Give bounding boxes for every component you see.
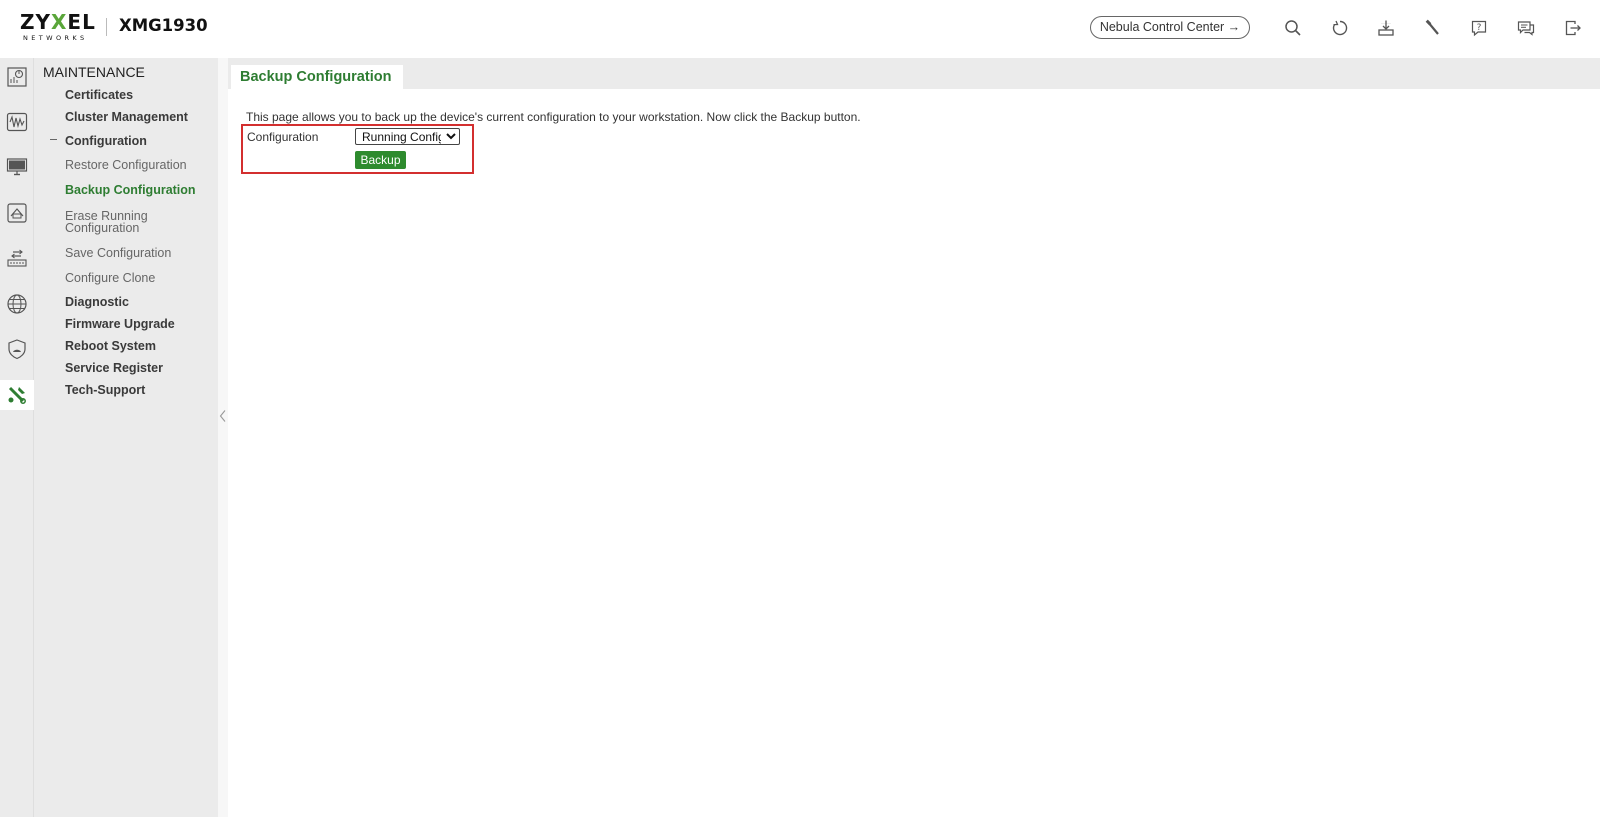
feedback-icon[interactable] xyxy=(1515,17,1537,39)
backup-button[interactable]: Backup xyxy=(355,151,406,169)
nebula-label: Nebula Control Center xyxy=(1099,20,1225,34)
zyxel-logo: ZYXEL NETWORKS xyxy=(20,12,95,42)
tab-bar: Backup Configuration xyxy=(228,58,1600,89)
menu-item-cluster-management[interactable]: Cluster Management xyxy=(65,111,188,124)
top-header: ZYXEL NETWORKS XMG1930 Nebula Control Ce… xyxy=(0,0,1600,58)
navigation-icon-bar xyxy=(0,58,34,817)
menu-item-firmware-upgrade[interactable]: Firmware Upgrade xyxy=(65,318,175,331)
logout-icon[interactable] xyxy=(1562,17,1584,39)
monitor-icon[interactable] xyxy=(0,107,34,137)
collapse-minus-icon[interactable] xyxy=(50,139,57,140)
network-icon[interactable] xyxy=(0,198,34,228)
configuration-select[interactable]: Running Config xyxy=(355,128,460,145)
maintenance-icon[interactable] xyxy=(0,380,34,410)
menu-item-tech-support[interactable]: Tech-Support xyxy=(65,384,145,397)
refresh-icon[interactable] xyxy=(1329,17,1351,39)
collapse-sidebar-chevron-left-icon[interactable] xyxy=(218,408,228,422)
display-icon[interactable] xyxy=(0,152,34,182)
logo-subtext: NETWORKS xyxy=(23,34,88,42)
maintenance-menu: MAINTENANCE Certificates Cluster Managem… xyxy=(34,58,218,817)
help-icon[interactable]: ? xyxy=(1468,17,1490,39)
nebula-control-center-button[interactable]: Nebula Control Center → xyxy=(1090,16,1250,39)
menu-item-backup-configuration[interactable]: Backup Configuration xyxy=(65,184,196,197)
menu-item-reboot-system[interactable]: Reboot System xyxy=(65,340,156,353)
svg-text:?: ? xyxy=(1477,23,1482,33)
menu-item-certificates[interactable]: Certificates xyxy=(65,89,133,102)
menu-item-restore-configuration[interactable]: Restore Configuration xyxy=(65,159,187,172)
menu-item-diagnostic[interactable]: Diagnostic xyxy=(65,296,129,309)
security-shield-icon[interactable] xyxy=(0,334,34,364)
arrow-right-icon: → xyxy=(1227,20,1241,34)
device-model: XMG1930 xyxy=(119,16,208,35)
menu-item-configuration[interactable]: Configuration xyxy=(65,135,147,148)
globe-icon[interactable] xyxy=(0,289,34,319)
logo-text: ZYXEL xyxy=(20,10,96,34)
page-description: This page allows you to back up the devi… xyxy=(246,110,861,124)
menu-item-configure-clone[interactable]: Configure Clone xyxy=(65,272,155,285)
port-icon[interactable] xyxy=(0,243,34,273)
menu-item-save-configuration[interactable]: Save Configuration xyxy=(65,247,171,260)
configuration-label: Configuration xyxy=(247,130,319,144)
menu-item-service-register[interactable]: Service Register xyxy=(65,362,163,375)
save-icon[interactable] xyxy=(1375,17,1397,39)
main-content: Backup Configuration This page allows yo… xyxy=(228,58,1600,817)
dashboard-icon[interactable] xyxy=(0,62,34,92)
tab-backup-configuration[interactable]: Backup Configuration xyxy=(231,65,404,89)
menu-item-label-line2: Configuration xyxy=(65,221,140,235)
header-toolbar: ? xyxy=(1282,17,1600,39)
logo-divider xyxy=(106,18,107,36)
search-icon[interactable] xyxy=(1282,17,1304,39)
sidebar-splitter[interactable] xyxy=(218,58,228,817)
menu-item-erase-running-configuration[interactable]: Erase Running Configuration xyxy=(65,210,148,235)
menu-title: MAINTENANCE xyxy=(43,64,145,80)
tools-icon[interactable] xyxy=(1422,17,1444,39)
